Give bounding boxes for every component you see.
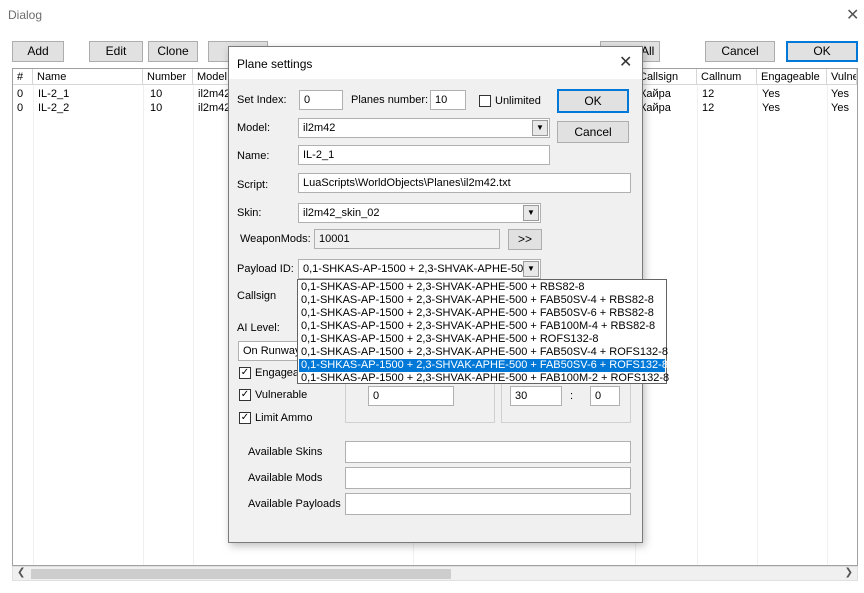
- skin-select[interactable]: il2m42_skin_02 ▼: [298, 203, 541, 223]
- cell-index: 0: [17, 88, 24, 100]
- weaponmods-input[interactable]: 10001: [314, 229, 500, 249]
- cell-callnum: 12: [702, 102, 715, 114]
- skin-select-value: il2m42_skin_02: [303, 207, 380, 219]
- model-label: Model:: [237, 122, 271, 134]
- script-input[interactable]: LuaScripts\WorldObjects\Planes\il2m42.tx…: [298, 173, 631, 193]
- column-header-callnum[interactable]: Callnum: [697, 69, 757, 85]
- scrollbar-thumb[interactable]: [31, 569, 451, 579]
- payload-select-value: 0,1-SHKAS-AP-1500 + 2,3-SHVAK-APHE-500 +: [303, 263, 539, 275]
- cell-index: 0: [17, 102, 24, 114]
- start-position-select[interactable]: On Runway: [238, 341, 304, 361]
- payload-dropdown-list[interactable]: 0,1-SHKAS-AP-1500 + 2,3-SHVAK-APHE-500 +…: [297, 279, 669, 385]
- column-header-name[interactable]: Name: [33, 69, 143, 85]
- limit-ammo-checkbox[interactable]: ✓: [239, 412, 251, 424]
- chevron-down-icon[interactable]: ▼: [523, 261, 539, 277]
- cell-callsign: Кайра: [640, 102, 671, 114]
- cell-vulnerable: Yes: [831, 102, 849, 114]
- cell-callsign: Кайра: [640, 88, 671, 100]
- limit-ammo-label: Limit Ammo: [255, 412, 313, 424]
- dialog-title: Plane settings: [237, 57, 313, 71]
- dialog-ok-button[interactable]: OK: [557, 89, 629, 113]
- cell-model: il2m42: [198, 102, 231, 114]
- available-payloads-input[interactable]: [345, 493, 631, 515]
- unlimited-label: Unlimited: [495, 95, 541, 107]
- dialog-cancel-button[interactable]: Cancel: [557, 121, 629, 143]
- set-index-input[interactable]: 0: [299, 90, 343, 110]
- planes-number-input[interactable]: 10: [430, 90, 466, 110]
- cell-model: il2m42: [198, 88, 231, 100]
- model-select-value: il2m42: [303, 122, 336, 134]
- name-label: Name:: [237, 150, 270, 162]
- payload-option[interactable]: 0,1-SHKAS-AP-1500 + 2,3-SHVAK-APHE-500 +…: [299, 307, 665, 320]
- payload-select[interactable]: 0,1-SHKAS-AP-1500 + 2,3-SHVAK-APHE-500 +…: [298, 259, 541, 279]
- payload-option[interactable]: 0,1-SHKAS-AP-1500 + 2,3-SHVAK-APHE-500 +…: [299, 294, 665, 307]
- window-title: Dialog: [8, 8, 43, 22]
- cell-name: IL-2_2: [38, 102, 70, 114]
- scroll-right-icon[interactable]: ❯: [845, 567, 853, 578]
- payload-option[interactable]: 0,1-SHKAS-AP-1500 + 2,3-SHVAK-APHE-500 +…: [299, 281, 665, 294]
- column-header-index[interactable]: #: [13, 69, 33, 85]
- cell-callnum: 12: [702, 88, 715, 100]
- chevron-down-icon[interactable]: ▼: [532, 120, 548, 136]
- cell-engageable: Yes: [762, 88, 780, 100]
- skin-label: Skin:: [237, 207, 262, 219]
- close-icon[interactable]: ✕: [846, 5, 859, 25]
- payload-option[interactable]: 0,1-SHKAS-AP-1500 + 2,3-SHVAK-APHE-500 +…: [299, 346, 668, 359]
- payload-option[interactable]: 0,1-SHKAS-AP-1500 + 2,3-SHVAK-APHE-500 +…: [299, 372, 669, 385]
- chevron-down-icon[interactable]: ▼: [523, 205, 539, 221]
- ok-button[interactable]: OK: [786, 41, 858, 62]
- engageable-checkbox[interactable]: ✓: [239, 367, 251, 379]
- cell-name: IL-2_1: [38, 88, 70, 100]
- payload-label: Payload ID:: [237, 263, 294, 275]
- ai-level-label: AI Level:: [237, 322, 280, 334]
- cancel-button[interactable]: Cancel: [705, 41, 775, 62]
- column-header-callsign[interactable]: Callsign: [635, 69, 697, 85]
- available-skins-input[interactable]: [345, 441, 631, 463]
- payload-option[interactable]: 0,1-SHKAS-AP-1500 + 2,3-SHVAK-APHE-500 +…: [299, 333, 665, 346]
- add-button[interactable]: Add: [12, 41, 64, 62]
- callsign-label: Callsign: [237, 290, 277, 302]
- available-mods-input[interactable]: [345, 467, 631, 489]
- cell-engageable: Yes: [762, 102, 780, 114]
- weaponmods-more-button[interactable]: >>: [508, 229, 542, 250]
- column-header-engageable[interactable]: Engageable: [757, 69, 827, 85]
- available-skins-label: Available Skins: [248, 446, 323, 458]
- numeric-input[interactable]: 0: [368, 386, 454, 406]
- vulnerable-checkbox[interactable]: ✓: [239, 389, 251, 401]
- payload-option-selected[interactable]: 0,1-SHKAS-AP-1500 + 2,3-SHVAK-APHE-500 +…: [299, 359, 668, 372]
- cell-number: 10: [150, 88, 163, 100]
- available-mods-label: Available Mods: [248, 472, 323, 484]
- unlimited-checkbox[interactable]: [479, 95, 491, 107]
- set-index-label: Set Index:: [237, 94, 287, 106]
- time-separator: :: [570, 390, 574, 402]
- scroll-left-icon[interactable]: ❮: [17, 567, 25, 578]
- time-hours-input[interactable]: 30: [510, 386, 562, 406]
- column-header-vulnerable[interactable]: Vulne: [827, 69, 857, 85]
- cell-vulnerable: Yes: [831, 88, 849, 100]
- clone-button[interactable]: Clone: [148, 41, 198, 62]
- edit-button[interactable]: Edit: [89, 41, 143, 62]
- close-icon[interactable]: ✕: [619, 52, 632, 72]
- cell-number: 10: [150, 102, 163, 114]
- dialog-titlebar: Plane settings ✕: [229, 47, 642, 79]
- time-minutes-input[interactable]: 0: [590, 386, 620, 406]
- vulnerable-label: Vulnerable: [255, 389, 308, 401]
- name-input[interactable]: IL-2_1: [298, 145, 550, 165]
- all-button-label: All: [641, 44, 655, 58]
- script-label: Script:: [237, 179, 269, 191]
- available-payloads-label: Available Payloads: [248, 498, 341, 510]
- column-header-number[interactable]: Number: [143, 69, 193, 85]
- weaponmods-label: WeaponMods:: [240, 233, 311, 245]
- model-select[interactable]: il2m42 ▼: [298, 118, 550, 138]
- planes-number-label: Planes number:: [351, 94, 429, 106]
- payload-option[interactable]: 0,1-SHKAS-AP-1500 + 2,3-SHVAK-APHE-500 +…: [299, 320, 665, 333]
- horizontal-scrollbar[interactable]: ❮ ❯: [12, 566, 858, 581]
